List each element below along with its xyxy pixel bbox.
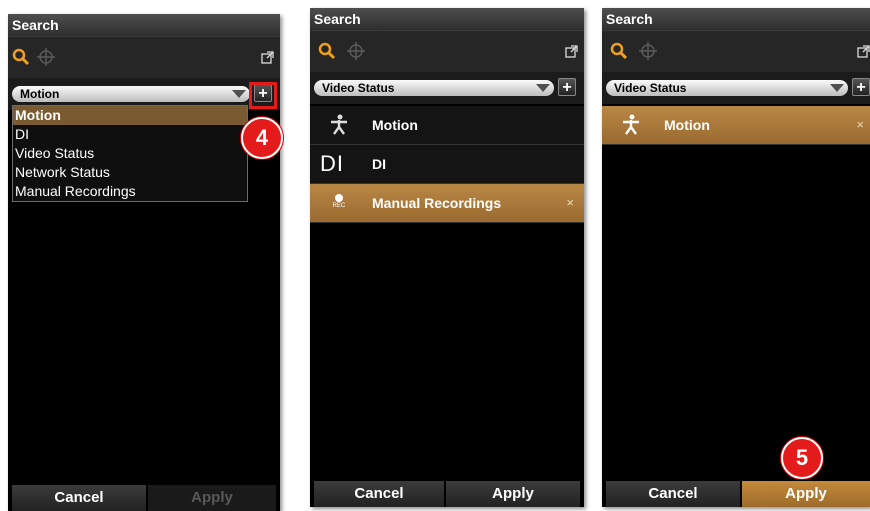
apply-button[interactable]: Apply xyxy=(742,481,870,507)
rec-icon: REC xyxy=(326,194,352,216)
search-panel-1: Search Motion + Motion DI Video Status N… xyxy=(8,14,280,511)
filter-bar: Video Status + xyxy=(602,72,870,104)
row-label: Motion xyxy=(372,117,418,133)
search-panel-3: Search Video Status + Motion × Cancel Ap… xyxy=(602,8,870,507)
dropdown-option-manual-recordings[interactable]: Manual Recordings xyxy=(13,182,247,201)
crosshair-icon[interactable] xyxy=(346,41,366,61)
filter-row-motion[interactable]: Motion xyxy=(310,106,584,145)
row-label: Manual Recordings xyxy=(372,195,502,211)
crosshair-icon[interactable] xyxy=(36,47,56,67)
filter-row-motion[interactable]: Motion × xyxy=(602,106,870,145)
cancel-button[interactable]: Cancel xyxy=(314,481,444,507)
search-icon[interactable] xyxy=(610,42,628,60)
add-button-highlight xyxy=(249,82,277,109)
chevron-down-icon xyxy=(830,84,844,92)
search-panel-2: Search Video Status + Motion DI DI REC M… xyxy=(310,8,584,507)
remove-filter-icon[interactable]: × xyxy=(566,184,574,222)
filter-row-manual-recordings[interactable]: REC Manual Recordings × xyxy=(310,184,584,223)
toolbar xyxy=(310,30,584,73)
filter-row-di[interactable]: DI DI xyxy=(310,145,584,184)
search-icon[interactable] xyxy=(12,48,30,66)
motion-icon xyxy=(331,114,347,135)
filter-combo[interactable]: Video Status xyxy=(314,80,554,96)
cancel-button[interactable]: Cancel xyxy=(12,485,146,511)
filter-bar: Video Status + xyxy=(310,72,584,104)
cancel-button[interactable]: Cancel xyxy=(606,481,740,507)
rec-text: REC xyxy=(332,203,346,209)
combo-value: Video Status xyxy=(614,81,687,95)
panel-title: Search xyxy=(8,14,280,36)
popout-icon[interactable] xyxy=(261,51,274,64)
combo-value: Video Status xyxy=(322,81,395,95)
dropdown-option-di[interactable]: DI xyxy=(13,125,247,144)
step-callout-4: 4 xyxy=(241,117,283,159)
toolbar xyxy=(8,36,280,79)
action-bar: Cancel Apply xyxy=(606,481,870,507)
popout-icon[interactable] xyxy=(857,45,870,58)
chevron-down-icon xyxy=(536,84,550,92)
remove-filter-icon[interactable]: × xyxy=(856,106,864,144)
combo-value: Motion xyxy=(20,87,60,101)
search-icon[interactable] xyxy=(318,42,336,60)
add-filter-button[interactable]: + xyxy=(558,78,576,96)
chevron-down-icon xyxy=(232,90,246,98)
crosshair-icon[interactable] xyxy=(638,41,658,61)
di-icon: DI xyxy=(320,151,344,176)
dropdown-option-network-status[interactable]: Network Status xyxy=(13,163,247,182)
dropdown-option-motion[interactable]: Motion xyxy=(13,106,247,125)
apply-button[interactable]: Apply xyxy=(446,481,580,507)
row-label: DI xyxy=(372,156,386,172)
filter-dropdown-list: Motion DI Video Status Network Status Ma… xyxy=(12,105,248,202)
panel-title: Search xyxy=(602,8,870,30)
apply-button[interactable]: Apply xyxy=(148,485,276,511)
action-bar: Cancel Apply xyxy=(314,481,580,507)
filter-combo[interactable]: Video Status xyxy=(606,80,848,96)
add-filter-button[interactable]: + xyxy=(852,78,870,96)
toolbar xyxy=(602,30,870,73)
step-callout-5: 5 xyxy=(781,437,823,479)
rec-dot-icon xyxy=(335,194,343,202)
popout-icon[interactable] xyxy=(565,45,578,58)
motion-icon xyxy=(623,114,639,135)
action-bar: Cancel Apply xyxy=(12,485,276,511)
dropdown-option-video-status[interactable]: Video Status xyxy=(13,144,247,163)
panel-title: Search xyxy=(310,8,584,30)
row-label: Motion xyxy=(664,117,710,133)
filter-combo[interactable]: Motion xyxy=(12,86,250,102)
